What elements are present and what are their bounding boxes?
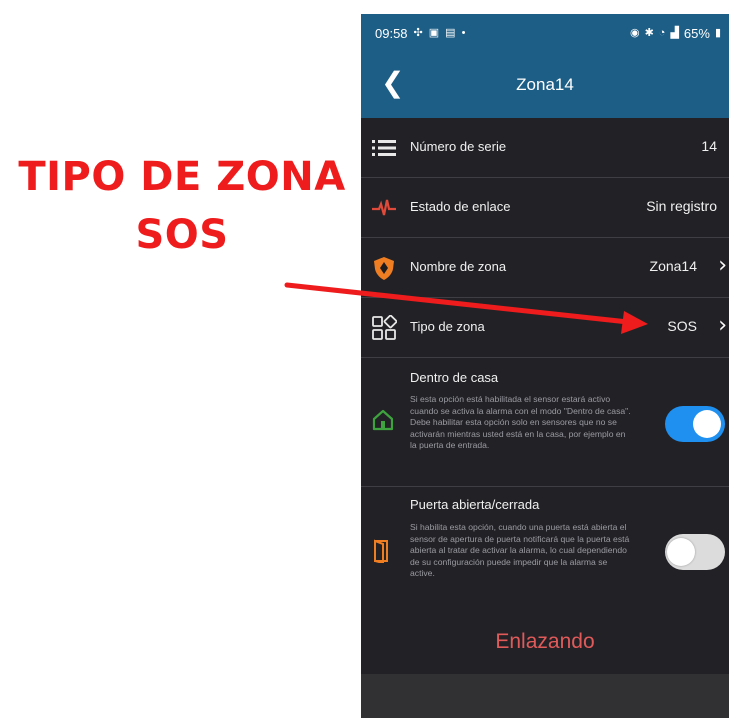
image-icon: ▣ <box>428 27 440 39</box>
link-status-label: Estado de enlace <box>410 199 511 214</box>
door-description: Si habilita esta opción, cuando una puer… <box>410 522 630 579</box>
door-toggle[interactable] <box>665 534 725 570</box>
home-mode-title: Dentro de casa <box>410 370 499 385</box>
signal-icon: ▟ <box>670 27 679 39</box>
chevron-right-icon: › <box>718 253 727 278</box>
zone-name-value: Zona14 <box>649 258 697 274</box>
alarm-icon: ◉ <box>629 27 640 39</box>
home-icon <box>372 409 394 431</box>
door-section: Puerta abierta/cerrada Si habilita esta … <box>361 487 729 612</box>
battery-level: 65% <box>683 26 710 41</box>
serial-number-value: 14 <box>701 138 717 154</box>
home-mode-description: Si esta opción está habilitada el sensor… <box>410 394 631 451</box>
app-bar: ❮ Zona14 <box>361 52 729 118</box>
phone-screen: 09:58 ✣ ▣ ▤ • ◉ ✱ ◔ ▟ 65% ▮ ❮ Zona14 Núm… <box>361 14 729 718</box>
zone-name-label: Nombre de zona <box>410 259 507 274</box>
door-title: Puerta abierta/cerrada <box>410 497 540 512</box>
cast-icon: ▤ <box>445 27 456 39</box>
pulse-icon <box>372 199 396 216</box>
shield-icon <box>374 257 394 280</box>
navigation-bar <box>361 674 729 718</box>
row-zone-name[interactable]: Nombre de zona Zona14 › <box>361 238 729 298</box>
grid-icon <box>372 315 397 340</box>
zone-type-label: Tipo de zona <box>410 319 485 334</box>
annotation-line-1: TIPO DE ZONA <box>18 154 346 200</box>
sync-icon: ✣ <box>413 27 423 39</box>
zone-type-value: SOS <box>667 318 697 334</box>
page-title: Zona14 <box>516 75 574 94</box>
status-bar: 09:58 ✣ ▣ ▤ • ◉ ✱ ◔ ▟ 65% ▮ <box>361 14 729 52</box>
annotation-line-2: SOS <box>135 212 229 258</box>
settings-list: Número de serie 14 Estado de enlace Sin … <box>361 118 729 612</box>
status-time: 09:58 <box>375 26 408 41</box>
door-icon <box>374 539 388 563</box>
chevron-right-icon: › <box>718 313 727 338</box>
link-status-value: Sin registro <box>646 198 717 214</box>
linking-button[interactable]: Enlazando <box>361 610 729 674</box>
bluetooth-icon: ✱ <box>644 27 654 39</box>
battery-icon: ▮ <box>714 27 721 39</box>
list-icon <box>372 140 396 156</box>
serial-number-label: Número de serie <box>410 139 507 154</box>
row-serial-number: Número de serie 14 <box>361 118 729 178</box>
home-mode-toggle[interactable] <box>665 406 725 442</box>
row-zone-type[interactable]: Tipo de zona SOS › <box>361 298 729 358</box>
row-link-status: Estado de enlace Sin registro <box>361 178 729 238</box>
annotation-label: TIPO DE ZONA SOS <box>4 148 360 264</box>
home-mode-section: Dentro de casa Si esta opción está habil… <box>361 358 729 487</box>
wifi-icon: ◔ <box>658 27 666 39</box>
dot-icon: • <box>461 27 466 39</box>
